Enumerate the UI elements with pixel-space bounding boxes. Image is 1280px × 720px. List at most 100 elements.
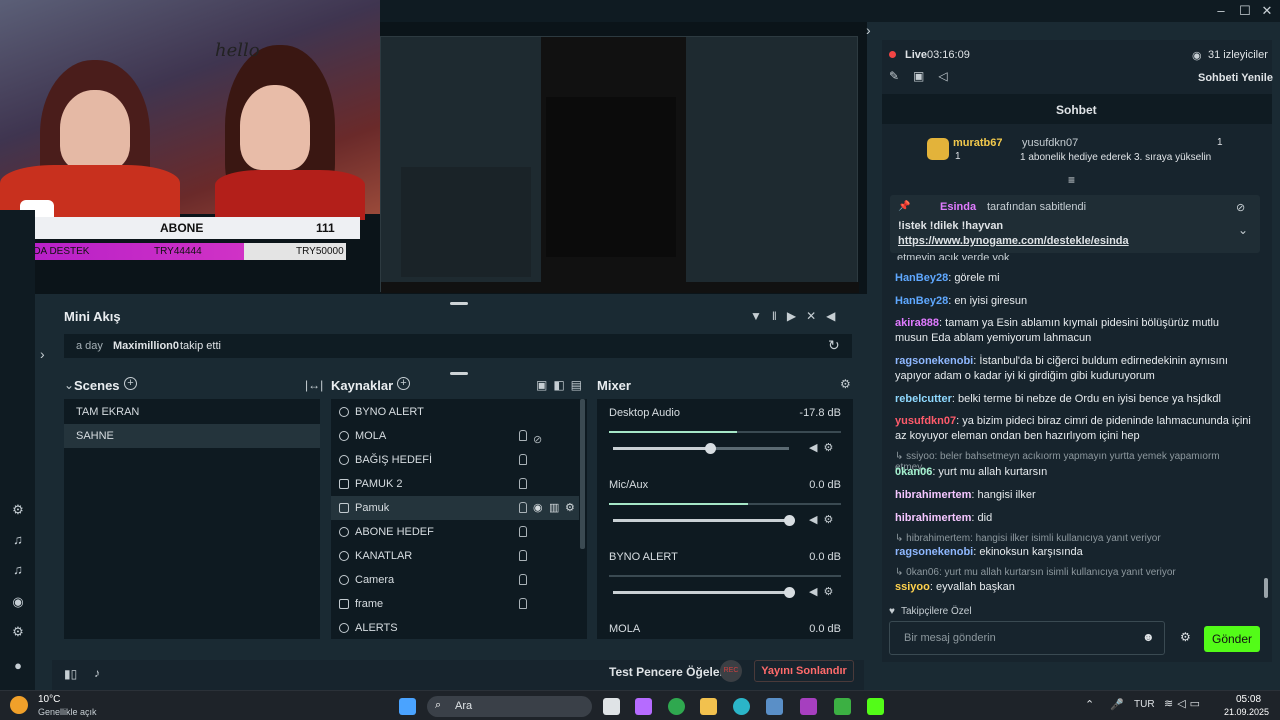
pinned-link[interactable]: https://www.bynogame.com/destekle/esinda: [898, 235, 1129, 247]
refresh-chat-button[interactable]: Sohbeti Yenile: [1198, 72, 1273, 84]
activity-user[interactable]: Maximillion0: [113, 340, 179, 352]
source-item[interactable]: BAĞIŞ HEDEFİ: [331, 448, 579, 472]
weather-icon[interactable]: [10, 696, 28, 714]
chat-username[interactable]: ragsonekenobi: [895, 546, 973, 558]
chevron-down-icon[interactable]: ⌄: [1238, 223, 1248, 237]
end-stream-button[interactable]: Yayını Sonlandır: [754, 660, 854, 682]
chat-input[interactable]: Bir mesaj gönderin ☻: [889, 621, 1165, 655]
pinned-by[interactable]: Esinda: [940, 201, 976, 213]
scene-item[interactable]: TAM EKRAN: [64, 400, 320, 424]
scene-item-selected[interactable]: SAHNE: [64, 424, 320, 448]
mute-settings-icons[interactable]: ◀⚙: [809, 585, 839, 598]
source-item[interactable]: frame: [331, 592, 579, 616]
themes-icon[interactable]: ♫: [8, 530, 28, 550]
expand-chevron-icon[interactable]: ›: [40, 346, 45, 362]
clock-date[interactable]: 21.09.2025: [1224, 707, 1269, 717]
close-icon[interactable]: ✕: [1256, 2, 1278, 20]
microphone-icon[interactable]: 🎤: [1110, 698, 1124, 711]
resize-handle[interactable]: [450, 302, 468, 305]
unpin-icon[interactable]: ⊘: [1236, 201, 1245, 214]
chat-username[interactable]: hibrahimertem: [895, 512, 971, 524]
lock-icon[interactable]: [519, 430, 527, 441]
source-item[interactable]: KANATLAR: [331, 544, 579, 568]
source-item[interactable]: ABONE HEDEF: [331, 520, 579, 544]
chat-scrollbar[interactable]: [1264, 578, 1268, 598]
source-item-hover[interactable]: Pamuk ◉ ▥ ⚙: [331, 496, 579, 520]
mute-settings-icons[interactable]: ◀⚙: [809, 441, 839, 454]
chat-username[interactable]: akira888: [895, 317, 939, 329]
settings-icon[interactable]: ⚙: [8, 622, 28, 642]
lock-icon[interactable]: [519, 502, 527, 513]
add-scene-icon[interactable]: +: [124, 377, 137, 390]
mixer-settings-icon[interactable]: ⚙: [840, 377, 851, 391]
profile-icon[interactable]: ●: [8, 656, 28, 676]
start-icon[interactable]: [399, 698, 416, 715]
task-view-icon[interactable]: [603, 698, 620, 715]
chat-username[interactable]: rebelcutter: [895, 393, 952, 405]
volume-slider[interactable]: [613, 587, 795, 598]
maximize-icon[interactable]: ☐: [1234, 2, 1256, 20]
refresh-icon[interactable]: ↻: [828, 337, 840, 354]
lock-icon[interactable]: [519, 478, 527, 489]
lock-icon[interactable]: [519, 598, 527, 609]
minimize-icon[interactable]: –: [1210, 2, 1232, 20]
chat-settings-icon[interactable]: ⚙: [1180, 630, 1191, 644]
chat-username[interactable]: HanBey28: [895, 295, 948, 307]
resize-handle[interactable]: [450, 372, 468, 375]
settings-icon[interactable]: ⚙: [565, 496, 575, 520]
source-item[interactable]: ALERTS: [331, 616, 579, 640]
chat-username[interactable]: HanBey28: [895, 272, 948, 284]
volume-slider[interactable]: [613, 443, 789, 454]
test-widgets-button[interactable]: Test Pencere Öğeleri: [609, 665, 728, 679]
weather-temp[interactable]: 10°C: [38, 694, 60, 705]
mute-settings-icons[interactable]: ◀⚙: [809, 513, 839, 526]
volume-slider[interactable]: [613, 515, 795, 526]
source-item[interactable]: Camera: [331, 568, 579, 592]
collapse-chevron-icon[interactable]: ›: [866, 22, 871, 38]
edge-icon[interactable]: [733, 698, 750, 715]
source-item[interactable]: MOLA ⊘: [331, 424, 579, 448]
chat-username[interactable]: yusufdkn07: [895, 415, 956, 427]
lock-icon[interactable]: [519, 550, 527, 561]
source-tools-icons[interactable]: ▣◧▤: [536, 378, 588, 392]
source-item[interactable]: BYNO ALERT: [331, 400, 579, 424]
scene-transition-icon[interactable]: |↔|: [305, 378, 323, 392]
app-icon[interactable]: [800, 698, 817, 715]
copilot-icon[interactable]: [635, 698, 652, 715]
top-gifter-name[interactable]: muratb67: [953, 137, 1003, 149]
visibility-icon[interactable]: ◉: [533, 496, 543, 520]
expand-leaderboard-icon[interactable]: ≡: [1068, 173, 1075, 187]
store-icon[interactable]: [766, 698, 783, 715]
xbox-icon[interactable]: [834, 698, 851, 715]
streamlabs-icon[interactable]: [867, 698, 884, 715]
delete-icon[interactable]: ▥: [549, 496, 559, 520]
clock-time[interactable]: 05:08: [1236, 694, 1261, 705]
lock-icon[interactable]: [519, 526, 527, 537]
emoji-icon[interactable]: ☻: [1142, 630, 1155, 644]
tray-chevron-icon[interactable]: ⌃: [1085, 698, 1094, 711]
editor-icon[interactable]: ⚙: [8, 500, 28, 520]
send-button[interactable]: Gönder: [1204, 626, 1260, 652]
network-sound-battery-icons[interactable]: ≋◁▭: [1164, 697, 1204, 710]
add-source-icon[interactable]: +: [397, 377, 410, 390]
source-item[interactable]: PAMUK 2: [331, 472, 579, 496]
mini-akis-controls[interactable]: ▼‖▶✕◀: [750, 309, 845, 323]
stats-icon[interactable]: ▮▯: [64, 667, 77, 681]
studio-mode-icon[interactable]: ◉: [8, 592, 28, 612]
scrollbar[interactable]: [580, 399, 585, 549]
scenes-collapse-icon[interactable]: ⌄: [64, 378, 74, 392]
lock-icon[interactable]: [519, 454, 527, 465]
chat-username[interactable]: 0kan06: [895, 466, 932, 478]
chrome-icon[interactable]: [668, 698, 685, 715]
language-indicator[interactable]: TUR: [1134, 699, 1155, 710]
weather-desc[interactable]: Genellikle açık: [38, 707, 97, 717]
chat-username[interactable]: hibrahimertem: [895, 489, 971, 501]
chat-tools-icons[interactable]: ✎▣◁: [889, 69, 962, 83]
file-explorer-icon[interactable]: [700, 698, 717, 715]
chat-username[interactable]: ragsonekenobi: [895, 355, 973, 367]
gift-user[interactable]: yusufdkn07: [1022, 137, 1078, 149]
apps-icon[interactable]: ♫: [8, 560, 28, 580]
chat-username[interactable]: ssiyoo: [895, 581, 930, 593]
rec-button[interactable]: REC: [720, 660, 742, 682]
lock-icon[interactable]: [519, 574, 527, 585]
